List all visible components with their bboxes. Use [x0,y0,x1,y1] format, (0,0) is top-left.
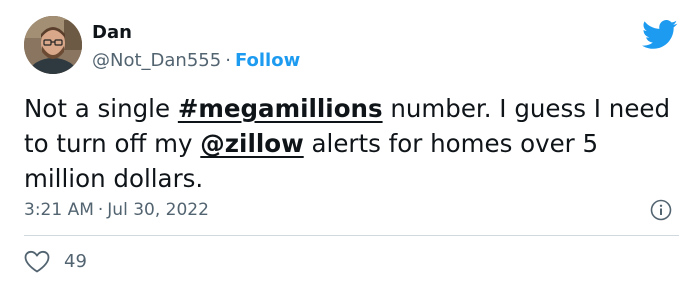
heart-icon [24,250,50,273]
hashtag-link[interactable]: #megamillions [178,94,383,123]
author-name[interactable]: Dan [92,22,132,44]
tweet-text: Not a single #megamillions number. I gue… [24,91,679,196]
like-count: 49 [64,251,87,272]
avatar[interactable] [24,16,82,74]
tweet-time: 3:21 AM [24,200,94,220]
tweet-date: Jul 30, 2022 [107,200,209,220]
tweet-timestamp[interactable]: 3:21 AM · Jul 30, 2022 [24,199,209,221]
follow-button[interactable]: Follow [235,50,300,71]
like-button[interactable]: 49 [24,250,87,274]
author-handle-row: @Not_Dan555 · Follow [92,50,300,72]
tweet-card: Dan @Not_Dan555 · Follow Not a single #meg… [0,0,700,288]
handle-separator: · [225,50,231,71]
author-handle[interactable]: @Not_Dan555 [92,50,221,71]
mention-link[interactable]: @zillow [200,129,303,158]
twitter-bird-icon[interactable] [642,20,678,50]
timestamp-separator: · [97,200,104,220]
avatar-image [24,16,82,74]
divider [24,235,679,236]
tweet-text-part-1: Not a single [24,94,178,123]
info-icon[interactable] [650,199,672,221]
